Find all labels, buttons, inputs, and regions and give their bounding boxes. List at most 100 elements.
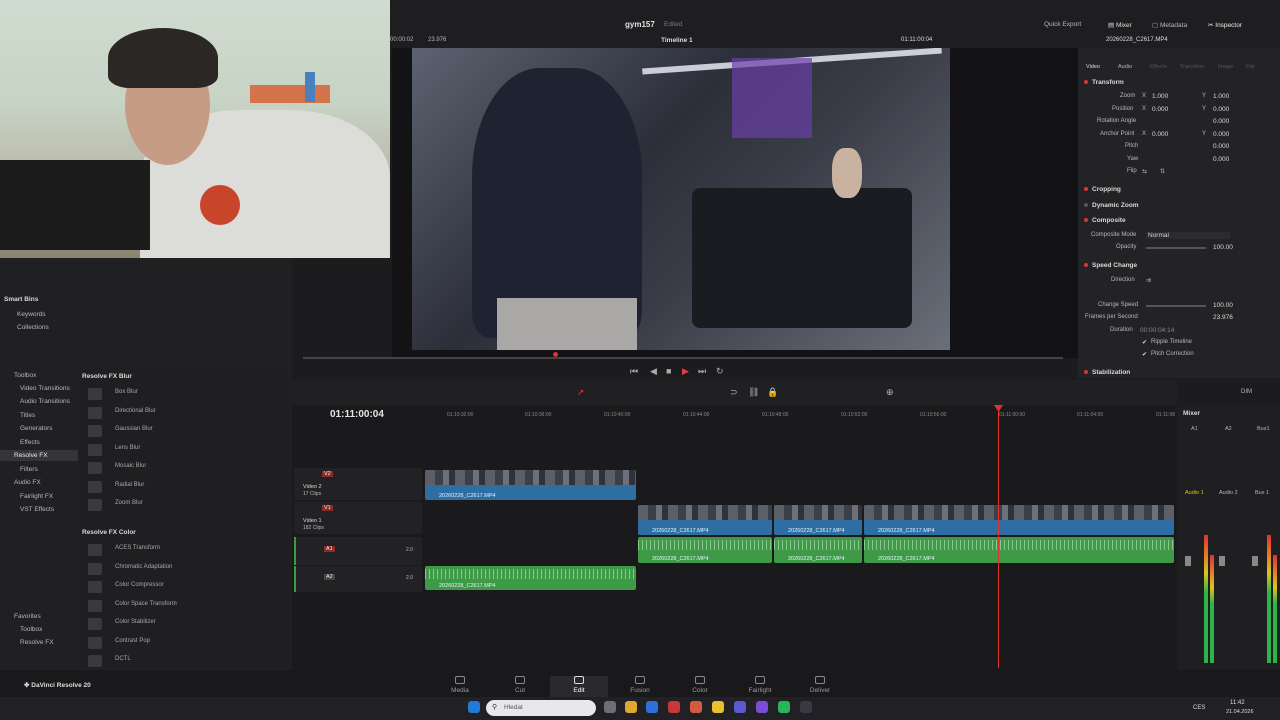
tab-image[interactable]: Image (1218, 64, 1233, 70)
tab-file[interactable]: File (1246, 64, 1255, 70)
tree-fairlight-fx[interactable]: Fairlight FX (20, 493, 53, 500)
fav-toolbox[interactable]: Toolbox (20, 626, 42, 633)
opacity-value[interactable]: 100.00 (1213, 244, 1233, 251)
fx-color-space-transform[interactable]: Color Space Transform (82, 598, 282, 615)
video-clip[interactable]: 20260228_C2617.MP4 (774, 505, 862, 535)
inspector-button[interactable]: ✂ Inspector (1208, 21, 1242, 29)
tree-titles[interactable]: Titles (20, 412, 35, 419)
yaw-value[interactable]: 0.000 (1213, 156, 1229, 163)
fx-chromatic-adaptation[interactable]: Chromatic Adaptation (82, 561, 282, 578)
fx-gaussian-blur[interactable]: Gaussian Blur (82, 423, 282, 440)
loop-icon[interactable]: ↻ (716, 366, 724, 377)
timeline-timecode[interactable]: 01:11:00:04 (330, 409, 384, 420)
track-header-v1[interactable]: V1 Video 1 182 Clips (294, 502, 422, 534)
audio-clip[interactable]: 20260228_C2617.MP4 (638, 537, 772, 563)
fav-resolve-fx[interactable]: Resolve FX (20, 639, 54, 646)
fx-color-compressor[interactable]: Color Compressor (82, 579, 282, 596)
fx-directional-blur[interactable]: Directional Blur (82, 405, 282, 422)
tab-audio[interactable]: Audio (1118, 64, 1132, 70)
track-header-v2[interactable]: V2 Video 2 17 Clips (294, 468, 422, 500)
fps-value[interactable]: 23.976 (1213, 314, 1233, 321)
section-composite[interactable]: Composite (1084, 217, 1126, 224)
tree-filters[interactable]: Filters (20, 466, 38, 473)
zoom-y-value[interactable]: 1.000 (1213, 93, 1229, 100)
fader-bus1[interactable] (1252, 556, 1258, 566)
direction-forward-icon[interactable]: ⇉ (1146, 277, 1151, 284)
flip-vertical-icon[interactable]: ⇅ (1160, 168, 1165, 175)
play-reverse-icon[interactable]: ◀ (650, 366, 657, 377)
section-cropping[interactable]: Cropping (1084, 186, 1121, 193)
app-icon[interactable] (668, 701, 680, 713)
viewer-frame[interactable] (412, 48, 950, 350)
position-x-value[interactable]: 0.000 (1152, 106, 1168, 113)
tree-toolbox[interactable]: Toolbox (14, 372, 36, 379)
selection-tool-icon[interactable]: ➚ (577, 387, 585, 398)
app-icon[interactable] (690, 701, 702, 713)
tree-audio-transitions[interactable]: Audio Transitions (20, 398, 70, 405)
taskbar-search[interactable]: ⚲ Hledat (486, 700, 596, 716)
fx-group-blur[interactable]: Resolve FX Blur (82, 373, 132, 380)
audio-clip[interactable]: 20260228_C2617.MP4 (774, 537, 862, 563)
keywords-item[interactable]: Keywords (17, 311, 46, 318)
composite-mode-select[interactable]: Normal (1146, 232, 1230, 239)
row-ripple[interactable]: ✔ Ripple Timeline (1080, 339, 1280, 351)
metadata-button[interactable]: ▢ Metadata (1152, 21, 1187, 29)
favorites-label[interactable]: Favorites (14, 613, 41, 620)
fader-audio2[interactable] (1219, 556, 1225, 566)
spotify-icon[interactable] (778, 701, 790, 713)
mixer-button[interactable]: ▤ Mixer (1108, 21, 1132, 29)
section-dynamic-zoom[interactable]: Dynamic Zoom (1084, 202, 1139, 209)
dim-button[interactable]: DIM (1241, 389, 1252, 395)
position-y-value[interactable]: 0.000 (1213, 106, 1229, 113)
collections-item[interactable]: Collections (17, 324, 49, 331)
link-icon[interactable]: ⛓ (748, 387, 759, 398)
video-clip[interactable]: 20260228_C2617.MP4 (425, 470, 636, 500)
timeline-playhead[interactable] (998, 408, 999, 668)
clock-time[interactable]: 11:42 (1230, 700, 1245, 706)
app-icon[interactable] (734, 701, 746, 713)
track-header-a1[interactable]: A1 2.0 (294, 537, 422, 565)
fx-dctl[interactable]: DCTL (82, 653, 282, 670)
skip-end-icon[interactable]: ⏭ (698, 366, 706, 377)
lock-icon[interactable]: 🔒 (767, 387, 778, 398)
video-clip[interactable]: 20260228_C2617.MP4 (864, 505, 1174, 535)
tab-video[interactable]: Video (1086, 64, 1100, 70)
tree-generators[interactable]: Generators (20, 425, 53, 432)
windows-start-icon[interactable] (468, 701, 480, 713)
opacity-slider[interactable] (1146, 247, 1206, 249)
skip-start-icon[interactable]: ⏮ (630, 366, 638, 377)
fx-lens-blur[interactable]: Lens Blur (82, 442, 282, 459)
anchor-x-value[interactable]: 0.000 (1152, 131, 1168, 138)
rotation-value[interactable]: 0.000 (1213, 118, 1229, 125)
viewer-playhead[interactable] (553, 352, 558, 357)
duration-value[interactable]: 00:00:04:14 (1140, 327, 1174, 334)
fx-box-blur[interactable]: Box Blur (82, 386, 282, 403)
play-icon[interactable]: ▶ (682, 366, 689, 377)
anchor-y-value[interactable]: 0.000 (1213, 131, 1229, 138)
fx-color-stabilizer[interactable]: Color Stabilizer (82, 616, 282, 633)
pitch-value[interactable]: 0.000 (1213, 143, 1229, 150)
section-transform[interactable]: Transform (1084, 79, 1124, 86)
speed-slider[interactable] (1146, 305, 1206, 307)
zoom-icon[interactable]: ⊕ (886, 387, 894, 398)
flip-horizontal-icon[interactable]: ⇆ (1142, 168, 1147, 175)
quick-export-button[interactable]: Quick Export (1044, 21, 1081, 28)
row-pitch-correction[interactable]: ✔ Pitch Correction (1080, 351, 1280, 363)
tree-effects[interactable]: Effects (20, 439, 40, 446)
tab-transition[interactable]: Transition (1180, 64, 1204, 70)
fx-zoom-blur[interactable]: Zoom Blur (82, 497, 282, 514)
file-explorer-icon[interactable] (625, 701, 637, 713)
viewer-scrubber[interactable] (303, 357, 1063, 359)
fx-contrast-pop[interactable]: Contrast Pop (82, 635, 282, 652)
fx-radial-blur[interactable]: Radial Blur (82, 479, 282, 496)
fx-mosaic-blur[interactable]: Mosaic Blur (82, 460, 282, 477)
task-view-icon[interactable] (604, 701, 616, 713)
tree-video-transitions[interactable]: Video Transitions (20, 385, 70, 392)
tree-resolve-fx-row[interactable]: Resolve FX (0, 450, 78, 461)
chrome-icon[interactable] (712, 701, 724, 713)
fx-group-color[interactable]: Resolve FX Color (82, 529, 136, 536)
change-speed-value[interactable]: 100.00 (1213, 302, 1233, 309)
audio-clip[interactable]: 20260228_C2617.MP4 (425, 566, 636, 590)
discord-icon[interactable] (756, 701, 768, 713)
davinci-icon[interactable] (800, 701, 812, 713)
